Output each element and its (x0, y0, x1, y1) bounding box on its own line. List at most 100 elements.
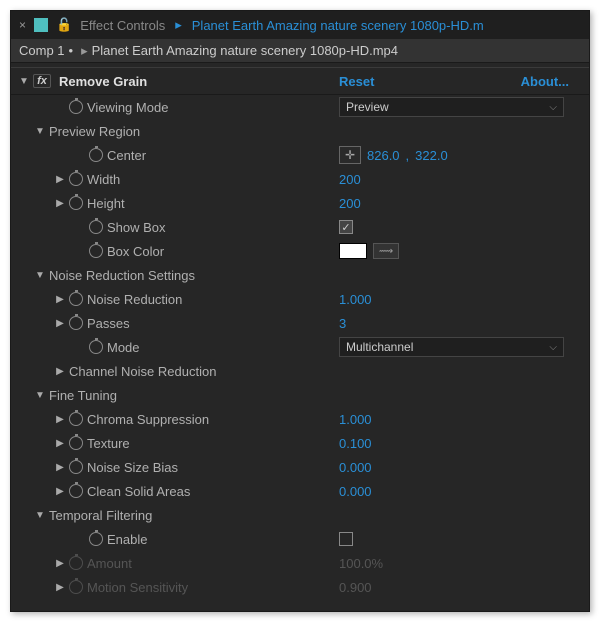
stopwatch-icon[interactable] (69, 484, 83, 498)
about-link[interactable]: About... (521, 74, 569, 89)
mode-dropdown[interactable]: Multichannel ⌵ (339, 337, 564, 357)
chevron-right-icon: ▸ (81, 43, 88, 59)
group-channel-nr: Channel Noise Reduction (11, 359, 589, 383)
crosshair-icon[interactable]: ✛ (339, 146, 361, 164)
stopwatch-icon[interactable] (89, 532, 103, 546)
chevron-down-icon: ⌵ (549, 342, 557, 353)
twirl-icon[interactable] (19, 76, 29, 87)
breadcrumb: Comp 1 • ▸ Planet Earth Amazing nature s… (11, 39, 589, 63)
prop-chroma: Chroma Suppression 1.000 (11, 407, 589, 431)
group-temporal: Temporal Filtering (11, 503, 589, 527)
prop-label: Clean Solid Areas (87, 484, 190, 499)
center-y-value[interactable]: 322.0 (415, 148, 448, 163)
stopwatch-icon[interactable] (69, 436, 83, 450)
prop-label: Noise Size Bias (87, 460, 178, 475)
prop-label: Mode (107, 340, 140, 355)
texture-value[interactable]: 0.100 (339, 436, 372, 451)
stopwatch-icon[interactable] (69, 100, 83, 114)
prop-label: Noise Reduction (87, 292, 182, 307)
enable-checkbox[interactable] (339, 532, 353, 546)
stopwatch-icon (69, 580, 83, 594)
prop-motion: Motion Sensitivity 0.900 (11, 575, 589, 599)
stopwatch-icon[interactable] (69, 412, 83, 426)
stopwatch-icon[interactable] (89, 244, 103, 258)
prop-noisesize: Noise Size Bias 0.000 (11, 455, 589, 479)
nr-value[interactable]: 1.000 (339, 292, 372, 307)
amount-value: 100.0% (339, 556, 383, 571)
tab-title[interactable]: Effect Controls (80, 18, 165, 33)
group-label: Temporal Filtering (49, 508, 152, 523)
cleansolid-value[interactable]: 0.000 (339, 484, 372, 499)
motion-value: 0.900 (339, 580, 372, 595)
stopwatch-icon[interactable] (69, 196, 83, 210)
twirl-icon[interactable] (55, 462, 65, 473)
height-value[interactable]: 200 (339, 196, 361, 211)
stopwatch-icon[interactable] (69, 460, 83, 474)
prop-enable: Enable (11, 527, 589, 551)
stopwatch-icon[interactable] (89, 220, 103, 234)
twirl-icon[interactable] (55, 486, 65, 497)
breadcrumb-layer[interactable]: Planet Earth Amazing nature scenery 1080… (92, 43, 398, 58)
tab-filename[interactable]: Planet Earth Amazing nature scenery 1080… (192, 18, 484, 33)
prop-label: Amount (87, 556, 132, 571)
prop-texture: Texture 0.100 (11, 431, 589, 455)
fx-icon[interactable]: fx (33, 74, 51, 88)
noisesize-value[interactable]: 0.000 (339, 460, 372, 475)
group-label: Fine Tuning (49, 388, 117, 403)
showbox-checkbox[interactable]: ✓ (339, 220, 353, 234)
prop-label: Width (87, 172, 120, 187)
stopwatch-icon[interactable] (89, 148, 103, 162)
twirl-icon[interactable] (35, 390, 45, 401)
stopwatch-icon[interactable] (89, 340, 103, 354)
boxcolor-swatch[interactable] (339, 243, 367, 259)
twirl-icon[interactable] (55, 174, 65, 185)
properties-list: fx Remove Grain Reset About... Viewing M… (11, 63, 589, 603)
prop-label: Box Color (107, 244, 164, 259)
stopwatch-icon[interactable] (69, 292, 83, 306)
reset-link[interactable]: Reset (339, 74, 374, 89)
twirl-icon[interactable] (55, 318, 65, 329)
prop-label: Show Box (107, 220, 166, 235)
effect-controls-panel: × 🔓 Effect Controls ▸ Planet Earth Amazi… (10, 10, 590, 612)
twirl-icon[interactable] (35, 126, 45, 137)
width-value[interactable]: 200 (339, 172, 361, 187)
prop-viewing-mode: Viewing Mode Preview ⌵ (11, 95, 589, 119)
twirl-icon[interactable] (55, 414, 65, 425)
twirl-icon[interactable] (35, 510, 45, 521)
prop-boxcolor: Box Color ⟿ (11, 239, 589, 263)
twirl-icon[interactable] (55, 366, 65, 377)
prop-height: Height 200 (11, 191, 589, 215)
passes-value[interactable]: 3 (339, 316, 346, 331)
prop-label: Passes (87, 316, 130, 331)
close-icon[interactable]: × (19, 18, 26, 32)
eyedropper-icon[interactable]: ⟿ (373, 243, 399, 259)
prop-width: Width 200 (11, 167, 589, 191)
viewing-mode-dropdown[interactable]: Preview ⌵ (339, 97, 564, 117)
twirl-icon[interactable] (55, 198, 65, 209)
twirl-icon[interactable] (35, 270, 45, 281)
group-noise-reduction: Noise Reduction Settings (11, 263, 589, 287)
stopwatch-icon[interactable] (69, 172, 83, 186)
prop-mode: Mode Multichannel ⌵ (11, 335, 589, 359)
prop-label: Height (87, 196, 125, 211)
prop-label: Viewing Mode (87, 100, 168, 115)
effect-header: fx Remove Grain Reset About... (11, 67, 589, 95)
lock-icon[interactable]: 🔓 (56, 17, 72, 33)
group-label: Noise Reduction Settings (49, 268, 195, 283)
center-x-value[interactable]: 826.0 (367, 148, 400, 163)
breadcrumb-comp[interactable]: Comp 1 (19, 43, 65, 58)
group-fine-tuning: Fine Tuning (11, 383, 589, 407)
effect-name[interactable]: Remove Grain (59, 74, 147, 89)
stopwatch-icon (69, 556, 83, 570)
breadcrumb-dot: • (69, 43, 74, 58)
prop-passes: Passes 3 (11, 311, 589, 335)
stopwatch-icon[interactable] (69, 316, 83, 330)
prop-center: Center ✛ 826.0,322.0 (11, 143, 589, 167)
twirl-icon[interactable] (55, 438, 65, 449)
prop-label: Center (107, 148, 146, 163)
prop-showbox: Show Box ✓ (11, 215, 589, 239)
twirl-icon[interactable] (55, 294, 65, 305)
chroma-value[interactable]: 1.000 (339, 412, 372, 427)
prop-amount: Amount 100.0% (11, 551, 589, 575)
prop-label: Enable (107, 532, 147, 547)
